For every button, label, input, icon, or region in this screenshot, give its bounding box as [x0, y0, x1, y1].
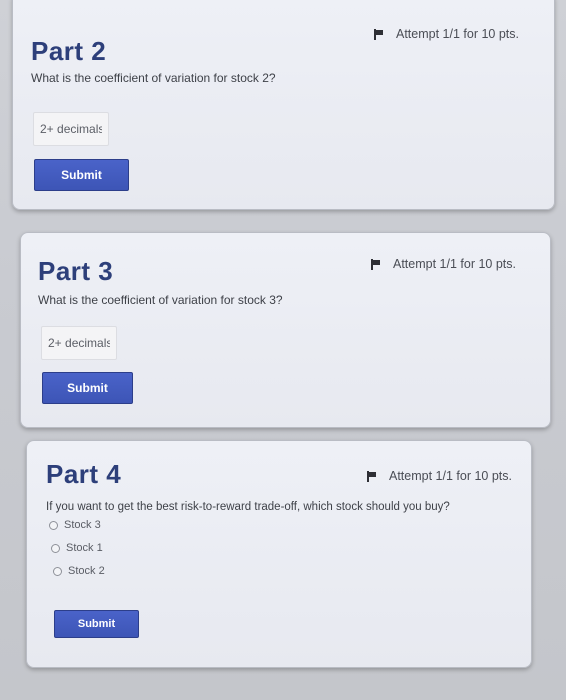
question-card-part-3: Attempt 1/1 for 10 pts. Part 3 What is t…	[20, 232, 551, 428]
radio-button[interactable]	[51, 543, 60, 553]
attempt-info: Attempt 1/1 for 10 pts.	[367, 469, 512, 483]
radio-option-stock-1[interactable]: Stock 1	[51, 542, 103, 554]
attempt-info: Attempt 1/1 for 10 pts.	[374, 27, 519, 41]
submit-button[interactable]: Submit	[54, 610, 139, 638]
flag-icon[interactable]	[371, 258, 380, 270]
attempt-label: Attempt 1/1 for 10 pts.	[396, 27, 519, 41]
flag-icon[interactable]	[367, 470, 376, 482]
question-card-part-2: Attempt 1/1 for 10 pts. Part 2 What is t…	[12, 0, 555, 210]
radio-button[interactable]	[53, 566, 62, 576]
question-text: What is the coefficient of variation for…	[31, 71, 276, 85]
radio-button[interactable]	[49, 520, 58, 530]
attempt-label: Attempt 1/1 for 10 pts.	[393, 257, 516, 271]
attempt-info: Attempt 1/1 for 10 pts.	[371, 257, 516, 271]
question-card-part-4: Attempt 1/1 for 10 pts. Part 4 If you wa…	[26, 440, 532, 668]
radio-label: Stock 2	[68, 565, 105, 577]
submit-button[interactable]: Submit	[34, 159, 129, 191]
flag-icon[interactable]	[374, 28, 383, 40]
part-title: Part 4	[46, 459, 122, 489]
question-text: If you want to get the best risk-to-rewa…	[46, 501, 450, 513]
radio-option-stock-3[interactable]: Stock 3	[49, 519, 101, 531]
attempt-label: Attempt 1/1 for 10 pts.	[389, 469, 512, 483]
answer-input[interactable]	[33, 112, 109, 146]
part-title: Part 2	[31, 36, 107, 66]
question-text: What is the coefficient of variation for…	[38, 293, 283, 307]
part-title: Part 3	[38, 256, 114, 286]
answer-input[interactable]	[41, 326, 117, 360]
radio-label: Stock 3	[64, 519, 101, 531]
submit-button[interactable]: Submit	[42, 372, 133, 404]
radio-option-stock-2[interactable]: Stock 2	[53, 565, 105, 577]
radio-label: Stock 1	[66, 542, 103, 554]
